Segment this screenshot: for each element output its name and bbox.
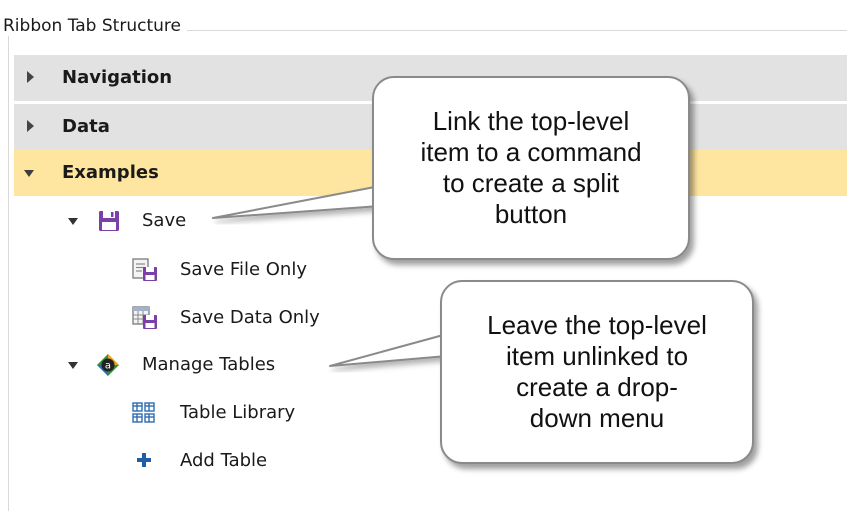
callout-split-button: Link the top-level item to a command to …: [372, 76, 690, 260]
callout-pointer: [212, 185, 381, 219]
callout-pointer: [329, 333, 448, 367]
callout-dropdown-menu: Leave the top-level item unlinked to cre…: [440, 280, 754, 464]
